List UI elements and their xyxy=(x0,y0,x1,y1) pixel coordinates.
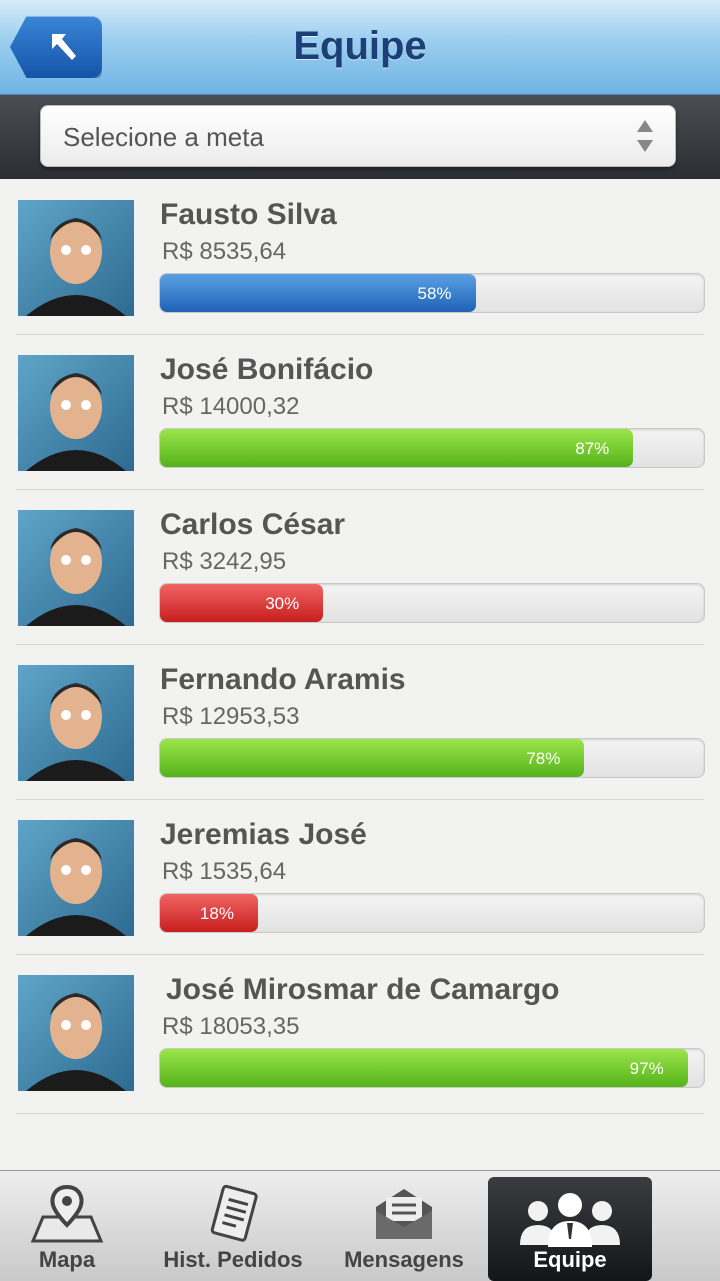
progress-bar: 58% xyxy=(159,273,705,313)
member-amount: R$ 12953,53 xyxy=(162,703,300,730)
header-bar: Equipe xyxy=(0,0,720,95)
team-member-row[interactable]: Carlos César R$ 3242,95 30% xyxy=(16,490,705,645)
filter-bar: Selecione a meta xyxy=(0,95,720,179)
progress-label: 78% xyxy=(526,749,561,768)
tab-equipe[interactable]: Equipe xyxy=(488,1177,652,1281)
team-member-row[interactable]: Jeremias José R$ 1535,64 18% xyxy=(16,800,705,955)
tab-label: Mensagens xyxy=(344,1247,464,1272)
progress-fill xyxy=(160,1049,688,1087)
progress-fill xyxy=(160,739,585,777)
progress-label: 30% xyxy=(265,594,300,613)
goal-select[interactable]: Selecione a meta xyxy=(40,105,676,167)
team-member-row[interactable]: José Bonifácio R$ 14000,32 87% xyxy=(16,335,705,490)
member-amount: R$ 18053,35 xyxy=(162,1013,300,1040)
avatar xyxy=(18,355,134,471)
tab-mensagens[interactable]: Mensagens xyxy=(330,1171,478,1281)
goal-select-label: Selecione a meta xyxy=(63,122,264,152)
tab-label: Equipe xyxy=(533,1247,607,1272)
envelope-icon xyxy=(376,1189,432,1239)
progress-label: 87% xyxy=(575,439,610,458)
avatar xyxy=(18,820,134,936)
progress-fill xyxy=(160,429,634,467)
member-amount: R$ 1535,64 xyxy=(162,858,287,885)
progress-bar: 87% xyxy=(159,428,705,468)
avatar xyxy=(18,510,134,626)
progress-bar: 18% xyxy=(159,893,705,933)
team-icon xyxy=(520,1193,620,1247)
page-title: Equipe xyxy=(293,24,427,68)
progress-bar: 97% xyxy=(159,1048,705,1088)
member-amount: R$ 3242,95 xyxy=(162,548,287,575)
progress-bar: 78% xyxy=(159,738,705,778)
team-list: Fausto Silva R$ 8535,64 58% José Bonifác… xyxy=(0,180,720,1114)
avatar xyxy=(18,665,134,781)
team-member-row[interactable]: Fernando Aramis R$ 12953,53 78% xyxy=(16,645,705,800)
select-arrows-icon xyxy=(637,120,653,152)
progress-label: 97% xyxy=(629,1059,664,1078)
member-amount: R$ 14000,32 xyxy=(162,393,300,420)
progress-label: 18% xyxy=(199,904,234,923)
order-history-icon xyxy=(210,1184,258,1242)
tab-label: Mapa xyxy=(38,1247,96,1272)
avatar xyxy=(18,975,134,1091)
tab-hist-pedidos[interactable]: Hist. Pedidos xyxy=(148,1171,318,1281)
member-amount: R$ 8535,64 xyxy=(162,238,287,265)
tab-mapa[interactable]: Mapa xyxy=(0,1171,134,1281)
progress-bar: 30% xyxy=(159,583,705,623)
tab-label: Hist. Pedidos xyxy=(163,1247,303,1272)
bottom-tab-bar: Mapa Hist. Pedidos Mensagens Equipe xyxy=(0,1170,720,1281)
member-name: Fernando Aramis xyxy=(160,663,406,696)
member-name: Carlos César xyxy=(160,508,346,541)
team-member-row[interactable]: Fausto Silva R$ 8535,64 58% xyxy=(16,180,705,335)
avatar xyxy=(18,200,134,316)
team-member-row[interactable]: José Mirosmar de Camargo R$ 18053,35 97% xyxy=(16,955,705,1114)
map-pin-icon xyxy=(30,1184,104,1243)
member-name: Fausto Silva xyxy=(160,198,337,231)
member-name: José Mirosmar de Camargo xyxy=(166,973,560,1006)
member-name: José Bonifácio xyxy=(160,353,374,386)
progress-label: 58% xyxy=(417,284,452,303)
member-name: Jeremias José xyxy=(160,818,367,851)
